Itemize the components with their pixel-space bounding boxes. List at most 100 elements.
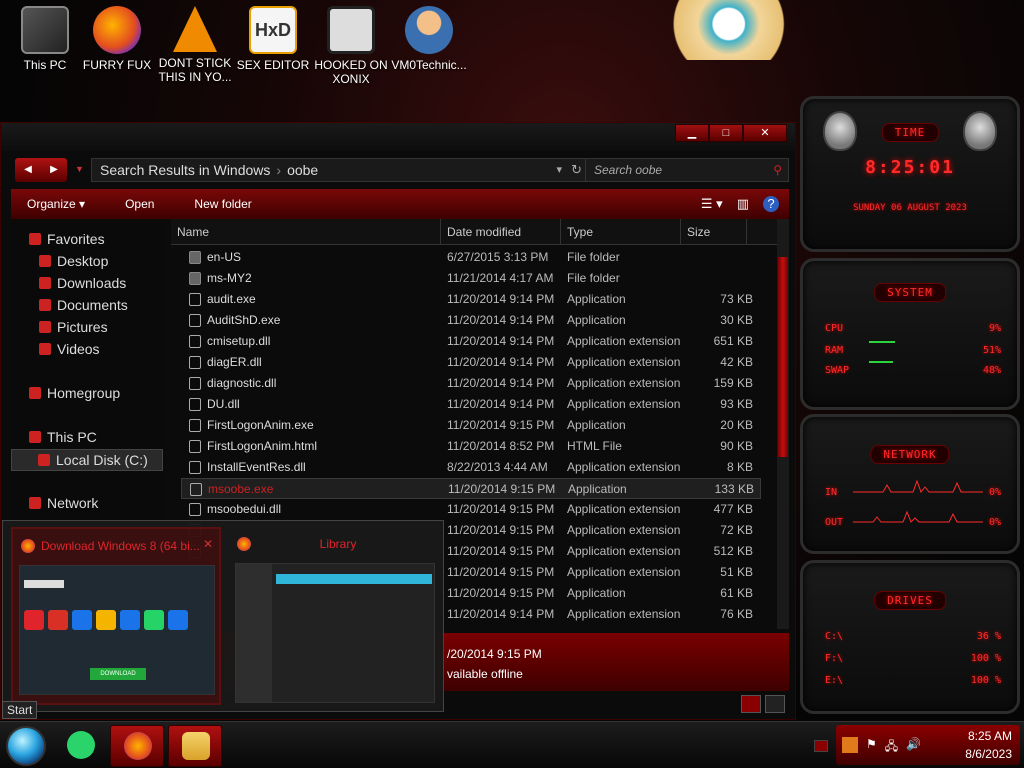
file-name: FirstLogonAnim.exe xyxy=(207,418,314,432)
column-size[interactable]: Size xyxy=(681,219,747,245)
drive-e-label: E:\ xyxy=(825,675,844,686)
start-button[interactable] xyxy=(6,726,46,766)
file-row[interactable]: ms-MY2 11/21/2014 4:17 AM File folder xyxy=(181,268,761,289)
file-row[interactable]: InstallEventRes.dll 8/22/2013 4:44 AM Appl… xyxy=(181,457,761,478)
file-name: AuditShD.exe xyxy=(207,313,281,327)
file-row[interactable]: diagER.dll 11/20/2014 9:14 PM Application … xyxy=(181,352,761,373)
taskbar-app-firefox[interactable] xyxy=(110,725,164,767)
desktop-icon-furry-fux[interactable]: FURRY FUX xyxy=(72,6,162,72)
recent-locations-button[interactable]: ▼ xyxy=(75,164,84,174)
refresh-icon[interactable]: ↻ xyxy=(571,159,582,181)
breadcrumb-search-results[interactable]: Search Results in Windows xyxy=(100,162,270,178)
file-row[interactable]: msoobedui.dll 11/20/2014 9:15 PM Applicati… xyxy=(181,499,761,520)
thumbnail-download-windows[interactable]: Download Windows 8 (64 bi... ✕ DOWNLOAD xyxy=(11,527,221,705)
file-row[interactable]: en-US 6/27/2015 3:13 PM File folder xyxy=(181,247,761,268)
column-type[interactable]: Type xyxy=(561,219,681,245)
title-bar[interactable]: ▁ □ ✕ xyxy=(1,123,795,151)
desktop-icon-label: SEX EDITOR xyxy=(236,58,310,72)
cpu-value: 9% xyxy=(988,323,1001,334)
nav-label: Videos xyxy=(57,341,100,357)
nav-favorites[interactable]: Favorites xyxy=(29,231,105,247)
large-icons-view-button[interactable] xyxy=(765,695,785,713)
thumbnail-preview: DOWNLOAD xyxy=(19,565,215,695)
application-icon xyxy=(190,483,202,496)
forward-button[interactable]: ▶ xyxy=(41,158,67,182)
nav-homegroup[interactable]: Homegroup xyxy=(29,385,120,401)
details-date: /20/2014 9:15 PM xyxy=(447,647,542,661)
file-size: 61 KB xyxy=(720,586,753,600)
taskbar-app-notes[interactable] xyxy=(54,725,108,767)
search-icon[interactable]: ⚲ xyxy=(773,159,782,181)
opera-icon xyxy=(24,610,44,630)
preview-pane-icon[interactable]: ▥ xyxy=(737,196,749,212)
nav-videos[interactable]: Videos xyxy=(39,341,100,357)
desktop-icon-hxd[interactable]: HxD SEX EDITOR xyxy=(228,6,318,72)
windows-xp-icon xyxy=(96,610,116,630)
file-row[interactable]: AuditShD.exe 11/20/2014 9:14 PM Applicatio… xyxy=(181,310,761,331)
in-value: 0% xyxy=(988,487,1001,498)
maximize-button[interactable]: □ xyxy=(709,124,743,142)
file-row[interactable]: FirstLogonAnim.exe 11/20/2014 9:15 PM Appl… xyxy=(181,415,761,436)
ram-label: RAM xyxy=(825,345,844,356)
chat-icon xyxy=(67,731,95,759)
file-row[interactable]: DU.dll 11/20/2014 9:14 PM Application exte… xyxy=(181,394,761,415)
minimize-button[interactable]: ▁ xyxy=(675,124,709,142)
file-row[interactable]: diagnostic.dll 11/20/2014 9:14 PM Applicat… xyxy=(181,373,761,394)
organize-button[interactable]: Organize ▾ xyxy=(27,197,85,211)
back-button[interactable]: ◀ xyxy=(15,158,41,182)
flag-icon[interactable]: ⚑ xyxy=(866,737,877,758)
open-button[interactable]: Open xyxy=(125,197,154,211)
address-bar[interactable]: Search Results in Windows › oobe ▾ ↻ xyxy=(91,158,591,182)
breadcrumb-oobe[interactable]: oobe xyxy=(287,162,318,178)
drive-c-label: C:\ xyxy=(825,631,844,642)
nav-network[interactable]: Network xyxy=(29,495,98,511)
file-date: 11/20/2014 9:15 PM xyxy=(448,482,556,496)
network-tray-icon[interactable]: 🖧 xyxy=(885,737,898,758)
nav-label: Homegroup xyxy=(47,385,121,401)
view-options-icon[interactable]: ☰ ▾ xyxy=(701,196,723,212)
file-name: DU.dll xyxy=(207,397,240,411)
nav-local-disk[interactable]: Local Disk (C:) xyxy=(11,449,163,471)
close-icon[interactable]: ✕ xyxy=(203,537,213,551)
app-tray-icon[interactable] xyxy=(842,737,858,753)
computer-icon xyxy=(21,6,69,54)
file-row[interactable]: FirstLogonAnim.html 11/20/2014 8:52 PM HTM… xyxy=(181,436,761,457)
taskbar-app-explorer[interactable] xyxy=(168,725,222,767)
start-tooltip: Start xyxy=(2,701,38,719)
nav-pictures[interactable]: Pictures xyxy=(39,319,108,335)
column-name[interactable]: Name xyxy=(171,219,441,245)
desktop-icon-xonix[interactable]: HOOKED ON XONIX xyxy=(306,6,396,86)
new-folder-button[interactable]: New folder xyxy=(194,197,251,211)
hxd-icon: HxD xyxy=(249,6,297,54)
nav-desktop[interactable]: Desktop xyxy=(39,253,108,269)
scrollbar-thumb[interactable] xyxy=(778,257,788,457)
nav-downloads[interactable]: Downloads xyxy=(39,275,126,291)
show-desktop-button[interactable] xyxy=(814,740,828,752)
file-size: 72 KB xyxy=(720,523,753,537)
preview-download-button: DOWNLOAD xyxy=(90,668,146,680)
preview-sidebar xyxy=(236,564,272,702)
file-type: File folder xyxy=(567,271,620,285)
details-view-button[interactable] xyxy=(741,695,761,713)
column-date-modified[interactable]: Date modified xyxy=(441,219,561,245)
file-row[interactable]: audit.exe 11/20/2014 9:14 PM Application 73… xyxy=(181,289,761,310)
clock[interactable]: 8:25 AM 8/6/2023 xyxy=(965,727,1012,763)
search-input[interactable]: Search oobe ⚲ xyxy=(585,158,789,182)
file-row[interactable]: cmisetup.dll 11/20/2014 9:14 PM Applicatio… xyxy=(181,331,761,352)
close-button[interactable]: ✕ xyxy=(743,124,787,142)
file-name: audit.exe xyxy=(207,292,256,306)
chevron-down-icon[interactable]: ▾ xyxy=(556,159,562,181)
preview-highlight xyxy=(276,574,432,584)
nav-documents[interactable]: Documents xyxy=(39,297,128,313)
thumbnail-library[interactable]: Library xyxy=(229,527,439,705)
desktop-icon-vlc[interactable]: DONT STICK THIS IN YO... xyxy=(150,6,240,84)
nav-this-pc[interactable]: This PC xyxy=(29,429,97,445)
file-type: Application extension xyxy=(567,523,681,537)
volume-icon[interactable]: 🔊 xyxy=(906,737,921,758)
file-name: diagnostic.dll xyxy=(207,376,277,390)
desktop-icon-vm0[interactable]: VM0Technic... xyxy=(384,6,474,72)
file-row[interactable]: msoobe.exe 11/20/2014 9:15 PM Application 1… xyxy=(181,478,761,499)
drive-icon xyxy=(38,454,50,466)
help-button[interactable]: ? xyxy=(763,196,779,212)
vertical-scrollbar[interactable] xyxy=(777,219,789,629)
